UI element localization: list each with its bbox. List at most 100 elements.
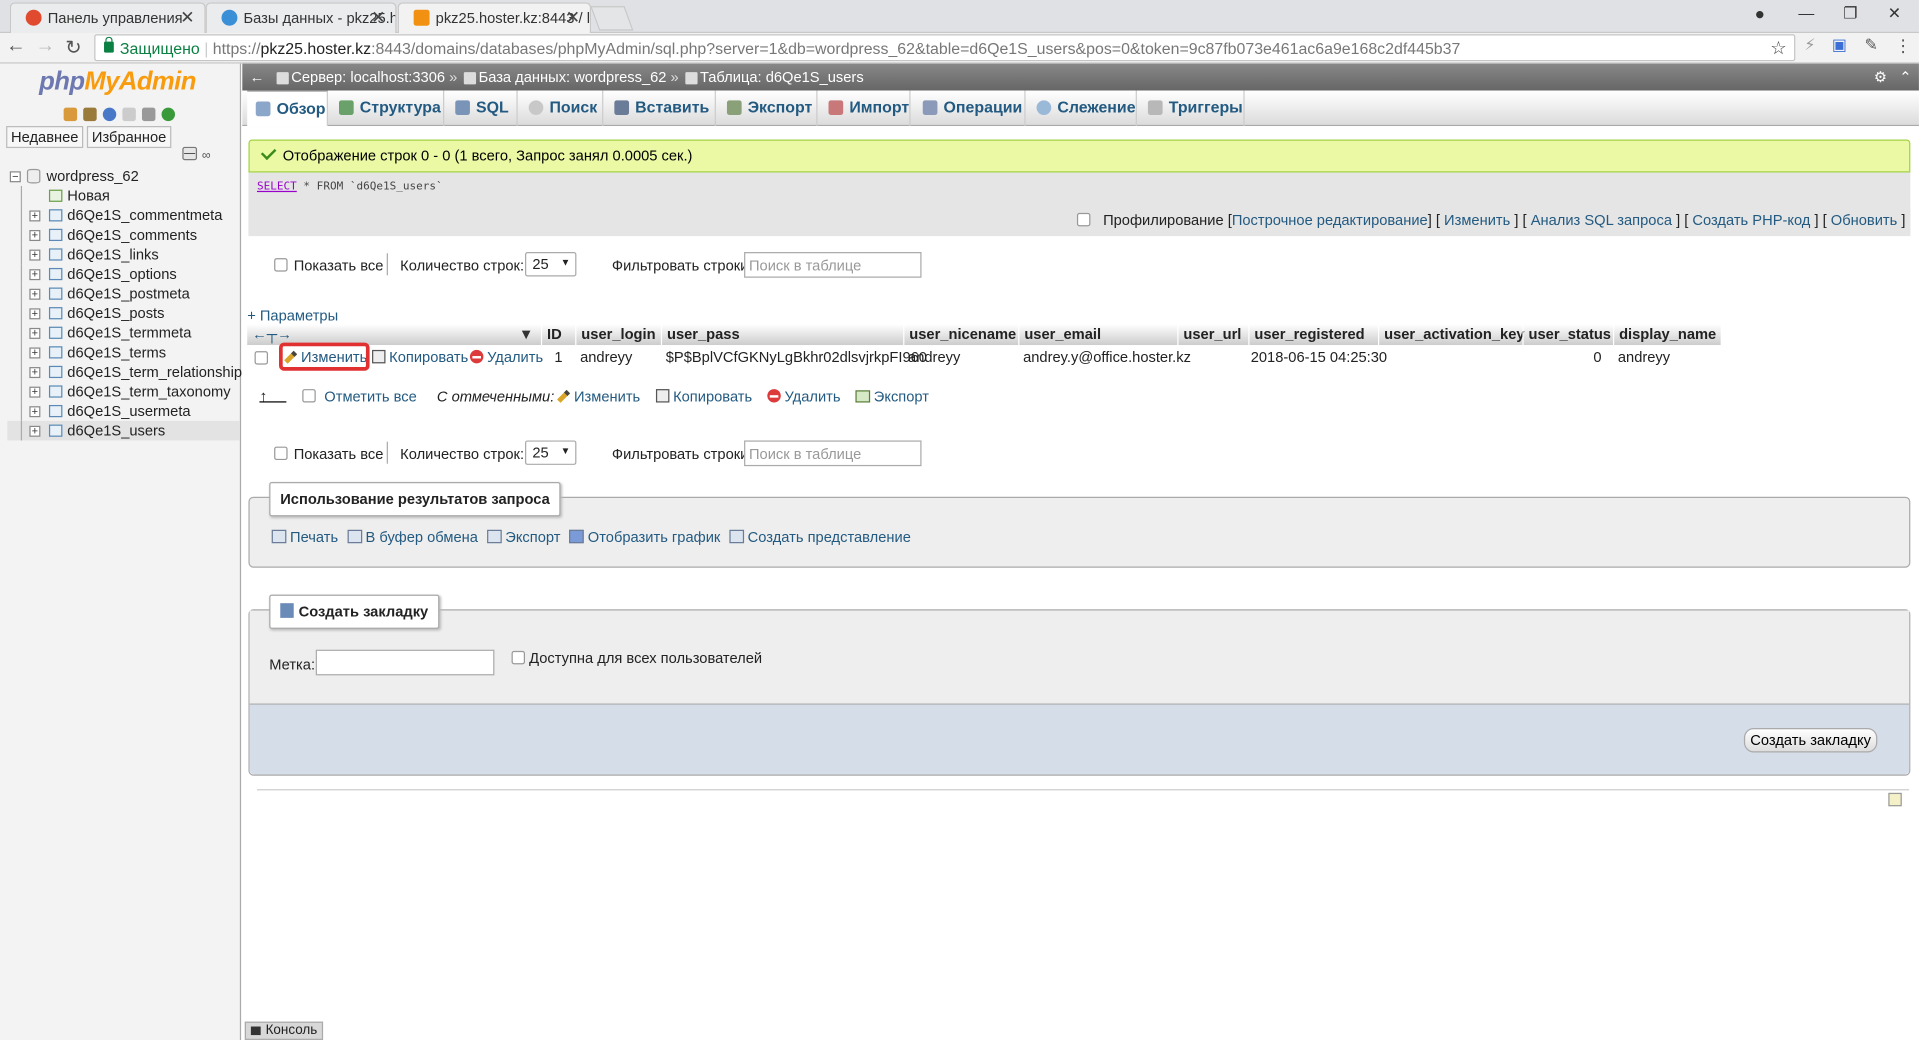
page-notes-icon[interactable] xyxy=(1888,792,1902,807)
tab-tracking[interactable]: Слежение xyxy=(1028,90,1137,127)
analyze-sql-link[interactable]: Анализ SQL запроса xyxy=(1531,212,1672,229)
collapse-db-icon[interactable]: − xyxy=(9,171,21,183)
sidebar-item-table[interactable]: + d6Qe1S_commentmeta xyxy=(7,205,240,226)
table-name[interactable]: d6Qe1S_termmeta xyxy=(67,323,191,343)
table-name[interactable]: d6Qe1S_comments xyxy=(67,225,197,245)
expand-table-icon[interactable]: + xyxy=(29,425,41,437)
settings-gear-icon[interactable] xyxy=(141,107,156,122)
breadcrumb-table[interactable]: Таблица: d6Qe1S_users xyxy=(700,69,864,86)
table-name[interactable]: d6Qe1S_users xyxy=(67,421,165,441)
bookmark-label-input[interactable] xyxy=(315,649,495,676)
new-tab-button[interactable] xyxy=(590,6,634,31)
expand-table-icon[interactable]: + xyxy=(29,210,41,222)
back-arrow-icon[interactable]: ← xyxy=(250,64,265,91)
db-name[interactable]: wordpress_62 xyxy=(47,166,139,186)
new-table-label[interactable]: Новая xyxy=(67,186,110,206)
tab-operations[interactable]: Операции xyxy=(914,90,1026,127)
tree-db-node[interactable]: − wordpress_62 xyxy=(7,166,240,186)
maximize-button[interactable]: ❐ xyxy=(1828,0,1872,29)
expand-table-icon[interactable]: + xyxy=(29,249,41,261)
sidebar-item-table[interactable]: + d6Qe1S_links xyxy=(7,244,240,265)
browser-tab-3[interactable]: pkz25.hoster.kz:8443 / lo ✕ xyxy=(397,2,592,34)
cell-display-name[interactable]: andreyy xyxy=(1618,349,1670,366)
extension-wrench-icon[interactable]: ✎ xyxy=(1860,35,1882,55)
cell-user-nicename[interactable]: andreyy xyxy=(908,349,960,366)
tab-structure[interactable]: Структура xyxy=(330,90,445,127)
expand-table-icon[interactable]: + xyxy=(29,229,41,242)
tab-insert[interactable]: Вставить xyxy=(606,90,716,127)
expand-table-icon[interactable]: + xyxy=(29,269,41,281)
tab-triggers[interactable]: Триггеры xyxy=(1139,90,1245,127)
edit-query-link[interactable]: Изменить xyxy=(1444,212,1510,229)
table-name[interactable]: d6Qe1S_links xyxy=(67,245,158,265)
browser-tab-2[interactable]: Базы данных - pkz25.hos ✕ xyxy=(205,2,397,34)
browser-tab-1[interactable]: Панель управления ✕ xyxy=(9,2,206,34)
column-header-user-url[interactable]: user_url xyxy=(1177,324,1248,346)
sidebar-item-table[interactable]: + d6Qe1S_usermeta xyxy=(7,401,240,421)
clipboard-link[interactable]: В буфер обмена xyxy=(347,529,478,546)
reload-nav-icon[interactable] xyxy=(161,107,176,122)
cell-user-pass[interactable]: $P$BplVCfGKNyLgBkhr02dlsvjrkpFI960 xyxy=(666,349,927,366)
column-header-user-login[interactable]: user_login xyxy=(575,324,661,346)
chart-link[interactable]: Отобразить график xyxy=(569,529,720,546)
sidebar-item-table[interactable]: + d6Qe1S_options xyxy=(7,264,240,284)
profiling-checkbox[interactable] xyxy=(1077,212,1091,227)
link-with-main-icon[interactable]: ∞ xyxy=(202,149,211,162)
tab-import[interactable]: Импорт xyxy=(820,90,911,127)
row-copy-link[interactable]: Копировать xyxy=(372,349,468,366)
bulk-copy-button[interactable]: Копировать xyxy=(655,388,752,405)
column-header-user-email[interactable]: user_email xyxy=(1018,324,1177,346)
sidebar-item-table[interactable]: + d6Qe1S_posts xyxy=(7,303,240,324)
column-header-user-status[interactable]: user_status xyxy=(1522,324,1613,346)
filter-input[interactable]: Поиск в таблице xyxy=(744,252,922,278)
sidebar-item-table[interactable]: + d6Qe1S_term_taxonomy xyxy=(7,381,240,402)
print-link[interactable]: Печать xyxy=(271,529,338,546)
recent-tab[interactable]: Недавнее xyxy=(6,126,84,149)
expand-table-icon[interactable]: + xyxy=(29,327,41,339)
home-icon[interactable] xyxy=(63,107,78,122)
collapse-top-icon[interactable]: ⌃ xyxy=(1899,64,1911,91)
expand-table-icon[interactable]: + xyxy=(29,386,41,398)
table-name[interactable]: d6Qe1S_posts xyxy=(67,303,164,323)
forward-icon[interactable]: → xyxy=(34,35,56,57)
rows-select[interactable]: 25 xyxy=(525,440,577,465)
options-link[interactable]: + Параметры xyxy=(247,307,338,324)
create-php-link[interactable]: Создать PHP-код xyxy=(1692,212,1810,229)
reload-icon[interactable]: ↻ xyxy=(62,35,84,59)
bulk-export-button[interactable]: Экспорт xyxy=(855,388,929,405)
close-tab-icon[interactable]: ✕ xyxy=(180,7,194,28)
column-header-user-registered[interactable]: user_registered xyxy=(1248,324,1378,346)
create-bookmark-button[interactable]: Создать закладку xyxy=(1743,727,1878,753)
expand-table-icon[interactable]: + xyxy=(29,288,41,300)
settings-gear-icon[interactable]: ⚙ xyxy=(1874,64,1887,91)
tab-export[interactable]: Экспорт xyxy=(718,90,818,127)
public-bookmark-checkbox[interactable] xyxy=(511,650,526,665)
extension-bolt-icon[interactable]: ⚡ xyxy=(1799,35,1821,55)
bookmark-star-icon[interactable]: ☆ xyxy=(1770,37,1786,59)
phpmyadmin-logo[interactable]: phpMyAdmin xyxy=(39,67,196,96)
sidebar-item-table[interactable]: + d6Qe1S_comments xyxy=(7,225,240,245)
table-name[interactable]: d6Qe1S_postmeta xyxy=(67,284,189,304)
bulk-edit-button[interactable]: Изменить xyxy=(557,388,640,405)
sidebar-item-table[interactable]: + d6Qe1S_postmeta xyxy=(7,283,240,304)
row-delete-link[interactable]: Удалить xyxy=(469,349,543,366)
logout-icon[interactable] xyxy=(83,107,97,122)
cell-user-status[interactable]: 0 xyxy=(1593,349,1601,366)
back-icon[interactable]: ← xyxy=(5,35,27,57)
table-name[interactable]: d6Qe1S_terms xyxy=(67,343,166,363)
help-icon[interactable] xyxy=(102,107,117,122)
sort-dropdown-icon[interactable]: ▼ xyxy=(519,324,534,345)
expand-table-icon[interactable]: + xyxy=(29,347,41,359)
filter-input[interactable]: Поиск в таблице xyxy=(744,440,922,467)
breadcrumb-server[interactable]: Сервер: localhost:3306 xyxy=(291,69,445,86)
tree-new-table[interactable]: Новая xyxy=(7,185,240,206)
cell-id[interactable]: 1 xyxy=(554,349,562,366)
profile-icon[interactable]: ● xyxy=(1738,0,1782,29)
rows-select[interactable]: 25 xyxy=(525,252,577,277)
menu-icon[interactable]: ⋮ xyxy=(1892,35,1914,56)
table-name[interactable]: d6Qe1S_commentmeta xyxy=(67,206,222,226)
show-all-checkbox[interactable] xyxy=(274,258,288,272)
minimize-button[interactable]: — xyxy=(1784,0,1828,29)
create-view-link[interactable]: Создать представление xyxy=(729,529,911,546)
table-name[interactable]: d6Qe1S_options xyxy=(67,264,176,284)
